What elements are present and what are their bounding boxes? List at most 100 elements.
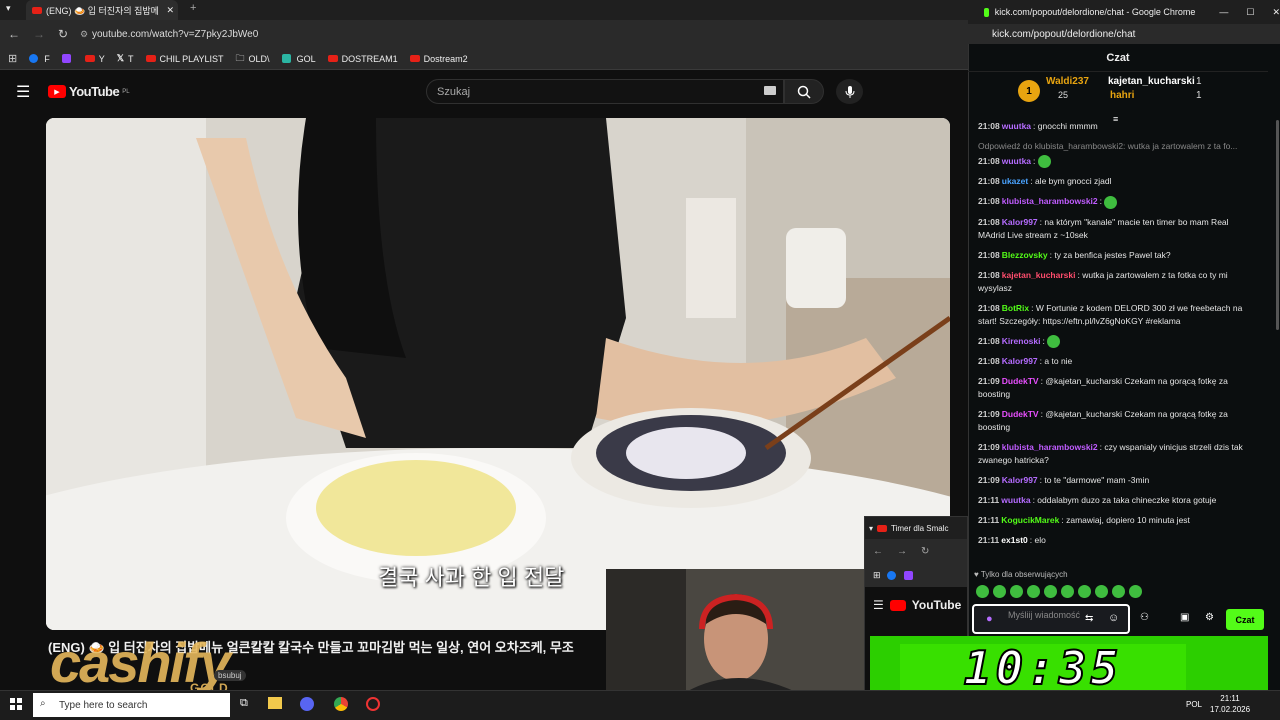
message-username[interactable]: ukazet [1002, 176, 1028, 186]
heart-icon: ♥ [974, 570, 979, 579]
youtube-logo[interactable]: ▶ YouTube PL [48, 84, 130, 99]
gift-icon[interactable]: ▣ [1180, 612, 1189, 623]
chat-url-field[interactable]: kick.com/popout/delordione/chat [968, 24, 1280, 44]
emote-icon[interactable] [1044, 585, 1057, 598]
forward-icon[interactable]: → [897, 546, 907, 557]
apps-icon[interactable]: ⊞ [873, 570, 881, 581]
search-input[interactable]: Szukaj [426, 79, 784, 104]
message-username[interactable]: Blezzovsky [1002, 250, 1048, 260]
twitch-icon[interactable] [903, 570, 913, 580]
chrome-icon[interactable] [334, 697, 348, 711]
users-icon[interactable]: ⚇ [1140, 612, 1149, 623]
youtube-icon [327, 55, 338, 62]
windows-start-icon[interactable] [10, 698, 22, 710]
close-tab-icon[interactable]: ✕ [166, 5, 178, 16]
task-view-icon[interactable]: ⧉ [240, 697, 248, 710]
site-info-icon[interactable]: ⚙ [76, 29, 92, 40]
message-username[interactable]: Kirenoski [1002, 336, 1041, 346]
emoji-icon[interactable]: ☺ [1108, 612, 1119, 624]
chat-message: 21:09 DudekTV: @kajetan_kucharski Czekam … [978, 375, 1250, 401]
cashify-logo: cashify GOLD [50, 631, 231, 695]
message-time: 21:08 [978, 335, 1000, 346]
apps-icon[interactable]: ⊞ [8, 52, 17, 65]
message-username[interactable]: KogucikMarek [1001, 515, 1059, 525]
emote-icon[interactable] [1027, 585, 1040, 598]
back-icon[interactable]: ← [873, 546, 883, 557]
keyboard-icon[interactable] [764, 86, 776, 95]
tab-youtube[interactable]: (ENG) 🍛 입 터진자의 집밥메 ✕ [26, 0, 178, 20]
voice-search-button[interactable] [836, 79, 863, 104]
bookmark-dostream1[interactable]: DOSTREAM1 [327, 54, 398, 64]
emote-icon[interactable] [976, 585, 989, 598]
leader-third-name[interactable]: hahri [1110, 90, 1134, 101]
chat-scrollbar[interactable] [1276, 120, 1279, 330]
emote-icon[interactable] [1010, 585, 1023, 598]
emote-icon[interactable] [1061, 585, 1074, 598]
message-username[interactable]: wuutka [1002, 156, 1031, 166]
bookmark-folder-old[interactable]: 🗀 OLD\ [236, 51, 270, 67]
send-chat-button[interactable]: Czat [1226, 609, 1264, 630]
url-field[interactable]: youtube.com/watch?v=Z7pky2JbWe0 [92, 29, 258, 40]
taskbar-search-input[interactable]: Type here to search [33, 693, 230, 717]
message-text: zamawiaj, dopiero 10 minuta jest [1066, 514, 1190, 525]
subscribe-button[interactable]: bsubuj [214, 670, 246, 681]
message-username[interactable]: Kalor997 [1002, 356, 1038, 366]
reload-icon[interactable]: ↻ [50, 27, 76, 41]
search-icon: ⌕ [40, 698, 46, 709]
discord-icon[interactable] [300, 697, 314, 711]
message-username[interactable]: Kalor997 [1002, 475, 1038, 485]
new-tab-icon[interactable]: + [190, 2, 196, 14]
minimize-icon[interactable]: — [1219, 7, 1228, 17]
message-username[interactable]: kajetan_kucharski [1002, 270, 1076, 280]
menu-icon[interactable]: ☰ [873, 598, 884, 612]
leader-name[interactable]: Waldi237 [1046, 76, 1089, 87]
bookmark-twitch[interactable] [61, 54, 73, 63]
message-username[interactable]: wuutka [1001, 495, 1030, 505]
message-username[interactable]: DudekTV [1002, 376, 1039, 386]
chat-message-input[interactable]: Myśliij wiadomość [972, 604, 1130, 634]
search-button[interactable] [784, 79, 824, 104]
forward-icon[interactable]: → [28, 27, 50, 41]
menu-icon[interactable]: ☰ [16, 82, 30, 102]
bookmark-t[interactable]: 𝕏T [117, 53, 134, 64]
message-username[interactable]: DudekTV [1002, 409, 1039, 419]
bookmark-dostream2[interactable]: Dostream2 [409, 54, 468, 64]
facebook-icon[interactable] [886, 570, 896, 580]
emote-icon [1047, 334, 1061, 348]
message-username[interactable]: wuutka [1002, 121, 1031, 131]
chat-message: 21:08 Kirenoski: [978, 334, 1250, 348]
close-window-icon[interactable]: ✕ [1272, 7, 1280, 18]
language-indicator[interactable]: POL [1186, 700, 1202, 709]
file-explorer-icon[interactable] [268, 697, 282, 709]
obs-icon[interactable] [366, 697, 380, 711]
message-username[interactable]: Kalor997 [1002, 217, 1038, 227]
microphone-icon[interactable]: ● [986, 613, 993, 625]
bookmark-f[interactable]: F [29, 54, 50, 64]
emote-icon[interactable] [1078, 585, 1091, 598]
tab-list-icon[interactable]: ▾ [6, 3, 11, 14]
emote-icon[interactable] [1112, 585, 1125, 598]
message-username[interactable]: BotRix [1002, 303, 1029, 313]
bookmark-gol[interactable]: GOL [281, 54, 316, 64]
message-username[interactable]: klubista_harambowski2 [1002, 442, 1098, 452]
leader-second-name[interactable]: kajetan_kucharski [1108, 76, 1195, 87]
emote-icon[interactable] [1095, 585, 1108, 598]
message-time: 21:11 [978, 494, 1000, 505]
tab-list-icon[interactable]: ▾ [869, 524, 873, 533]
maximize-icon[interactable]: ☐ [1246, 7, 1254, 18]
message-username[interactable]: ex1st0 [1001, 535, 1027, 545]
video-player[interactable] [46, 118, 950, 630]
message-time: 21:08 [978, 249, 1000, 260]
settings-icon[interactable]: ⚙ [1205, 612, 1214, 623]
emote-icon[interactable] [993, 585, 1006, 598]
address-bar-row: ← → ↻ ⚙ youtube.com/watch?v=Z7pky2JbWe0 [0, 20, 968, 48]
emote-icon[interactable] [1129, 585, 1142, 598]
bookmark-y[interactable]: Y [84, 54, 105, 64]
translate-icon[interactable]: ⇆ [1085, 613, 1093, 624]
followers-only-notice: ♥ Tylko dla obserwujących [974, 570, 1068, 579]
taskbar-clock[interactable]: 21:11 17.02.2026 [1210, 693, 1250, 715]
bookmark-chil-playlist[interactable]: CHIL PLAYLIST [145, 54, 224, 64]
message-username[interactable]: klubista_harambowski2 [1002, 196, 1098, 206]
reload-icon[interactable]: ↻ [921, 546, 929, 557]
back-icon[interactable]: ← [0, 27, 28, 41]
